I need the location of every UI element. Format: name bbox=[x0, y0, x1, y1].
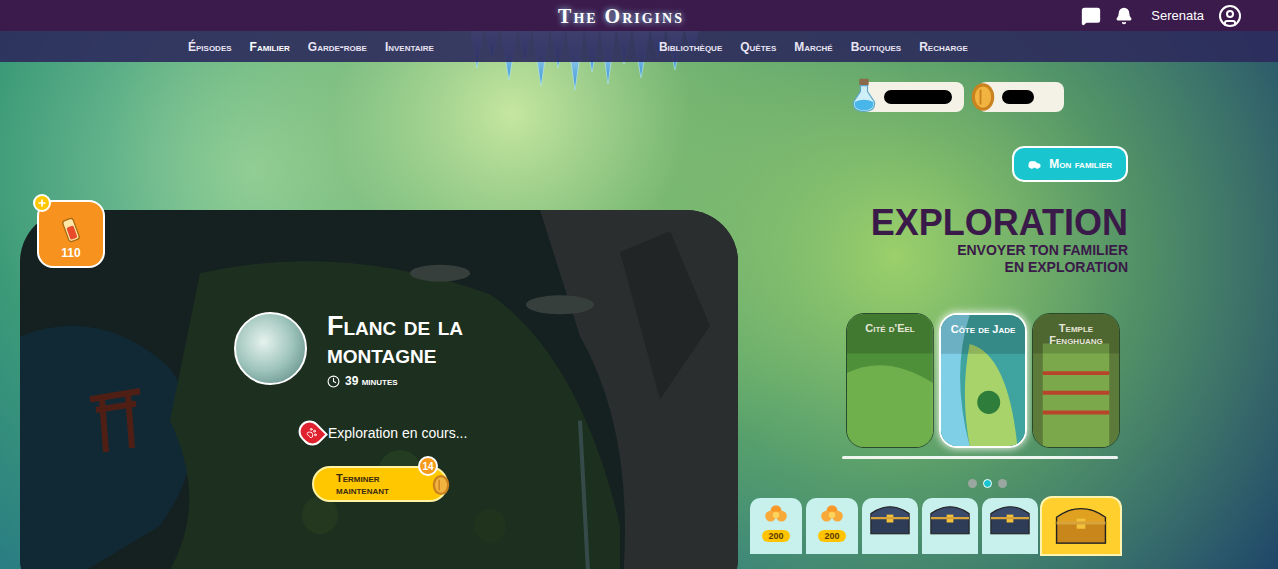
region-name: Cité d'Eel bbox=[847, 314, 933, 334]
flower-reward-icon bbox=[763, 502, 789, 528]
exploration-subheading: ENVOYER TON FAMILIEREN EXPLORATION bbox=[840, 242, 1128, 276]
my-pet-button[interactable]: Mon familier bbox=[1012, 146, 1128, 182]
energy-potion-icon bbox=[56, 213, 86, 247]
exploration-status: Exploration en cours... bbox=[328, 423, 467, 444]
reward-track: 200 200 bbox=[750, 498, 1128, 554]
nav-item[interactable]: Recharge bbox=[919, 38, 968, 56]
currencies bbox=[840, 82, 1128, 112]
region-card[interactable]: Cité d'Eel bbox=[846, 313, 934, 448]
game-page: The Origins Serenata Épisodes Familier Garde… bbox=[0, 0, 1278, 569]
coin-icon bbox=[430, 472, 452, 498]
pager-dot[interactable] bbox=[983, 479, 992, 488]
currency-pill bbox=[860, 82, 964, 112]
nav-item[interactable]: Épisodes bbox=[188, 38, 232, 56]
energy-badge[interactable]: 110 bbox=[37, 200, 105, 268]
chest-icon bbox=[867, 500, 913, 536]
game-title[interactable]: The Origins bbox=[558, 2, 684, 30]
cost-badge: 14 bbox=[418, 456, 438, 476]
reward-amount: 200 bbox=[818, 530, 845, 542]
main-nav: Épisodes Familier Garde-robe Inventaire Bibl… bbox=[0, 31, 1278, 62]
nav-item[interactable]: Familier bbox=[250, 38, 290, 56]
currency-pill bbox=[978, 82, 1064, 112]
username[interactable]: Serenata bbox=[1151, 6, 1204, 26]
location-name: Flanc de la montagne bbox=[327, 312, 527, 368]
pager bbox=[840, 479, 1128, 488]
nav-item[interactable]: Garde-robe bbox=[308, 38, 367, 56]
user-avatar-icon[interactable] bbox=[1218, 4, 1242, 28]
chest-reward[interactable] bbox=[922, 498, 978, 554]
duration: 39 minutes bbox=[345, 372, 398, 390]
region-scrollbar bbox=[842, 456, 1118, 459]
add-energy-icon[interactable] bbox=[33, 194, 51, 212]
current-exploration: Flanc de la montagne 39 minutes Exploratio… bbox=[0, 62, 740, 569]
exploration-menu: Mon familierEXPLORATIONENVOYER TON FAMIL… bbox=[840, 62, 1128, 569]
nav-item[interactable]: Quêtes bbox=[740, 38, 776, 56]
reward-tile[interactable]: 200 bbox=[806, 498, 858, 554]
reward-tile[interactable]: 200 bbox=[750, 498, 802, 554]
region-name: Temple Fenghuang bbox=[1033, 314, 1119, 346]
redacted-value bbox=[1002, 90, 1034, 104]
chest-icon bbox=[1050, 500, 1112, 546]
nav-item[interactable]: Marché bbox=[794, 38, 832, 56]
exploration-card: Flanc de la montagne 39 minutes Exploratio… bbox=[20, 210, 738, 569]
nav-item[interactable]: Boutiques bbox=[851, 38, 901, 56]
exploration-heading: EXPLORATION bbox=[820, 204, 1128, 242]
location-thumbnail bbox=[234, 312, 307, 385]
region-card[interactable]: Côte de Jade bbox=[939, 313, 1027, 448]
top-bar: The Origins Serenata bbox=[0, 0, 1278, 31]
big-chest-reward[interactable] bbox=[1042, 498, 1120, 554]
mana-potion-icon bbox=[850, 76, 878, 114]
nav-item[interactable]: Inventaire bbox=[385, 38, 434, 56]
map-illustration-icon bbox=[20, 210, 738, 569]
pager-dot[interactable] bbox=[998, 479, 1007, 488]
exploration-view: Flanc de la montagne 39 minutes Exploratio… bbox=[0, 62, 1278, 569]
nav-item[interactable]: Bibliothèque bbox=[659, 38, 722, 56]
chat-icon[interactable] bbox=[1081, 6, 1101, 26]
region-list: Cité d'Eel Côte de Jade Temple Fenghuang bbox=[840, 313, 1128, 448]
coin-icon bbox=[968, 78, 998, 116]
region-card[interactable]: Temple Fenghuang bbox=[1032, 313, 1120, 448]
chest-icon bbox=[987, 500, 1033, 536]
bell-icon[interactable] bbox=[1115, 7, 1133, 25]
energy-value: 110 bbox=[61, 244, 80, 262]
region-name: Côte de Jade bbox=[941, 315, 1025, 335]
redacted-value bbox=[884, 90, 952, 104]
flower-reward-icon bbox=[819, 502, 845, 528]
chest-reward[interactable] bbox=[982, 498, 1038, 554]
pager-dot[interactable] bbox=[968, 479, 977, 488]
clock-icon bbox=[327, 375, 340, 388]
location-pin-icon bbox=[294, 416, 328, 450]
chest-reward[interactable] bbox=[862, 498, 918, 554]
reward-amount: 200 bbox=[762, 530, 789, 542]
chest-icon bbox=[927, 500, 973, 536]
